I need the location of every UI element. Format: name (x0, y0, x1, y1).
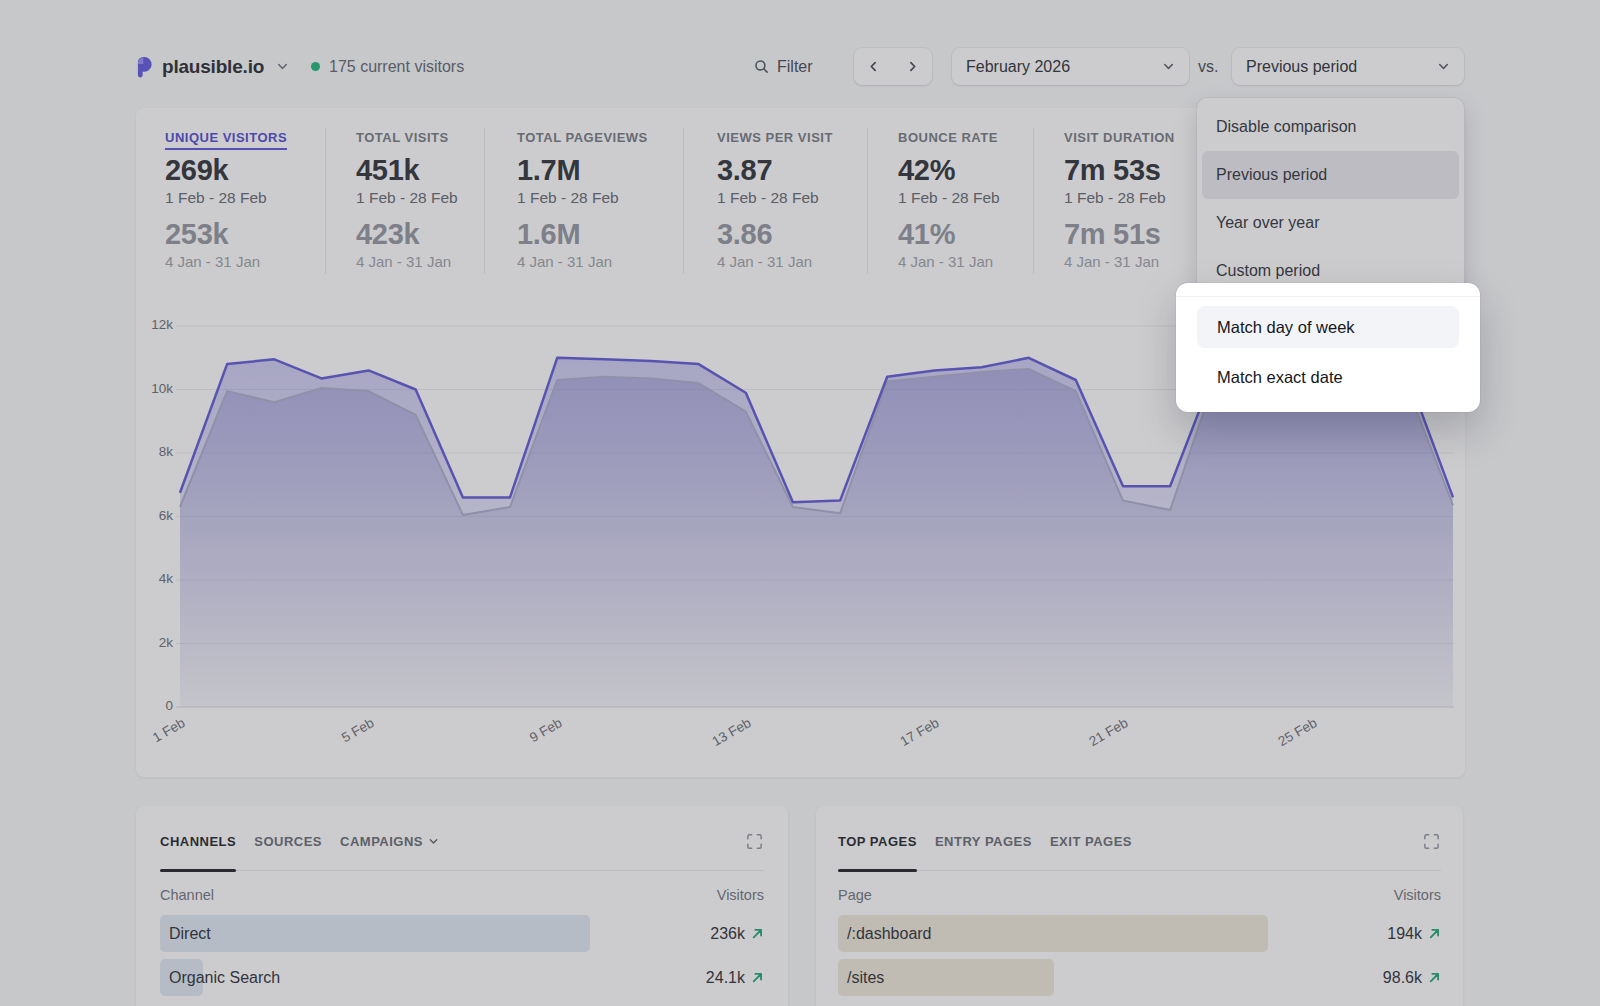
popup-item-match-day-of-week[interactable]: Match day of week (1197, 306, 1459, 348)
popup-separator (1176, 296, 1480, 297)
popup-item-match-exact-date[interactable]: Match exact date (1197, 356, 1459, 398)
comparison-mode-popup: Match day of week Match exact date (1176, 283, 1480, 412)
modal-overlay[interactable] (0, 0, 1600, 1006)
dashboard-page: plausible.io 175 current visitors Filter… (0, 0, 1600, 1006)
